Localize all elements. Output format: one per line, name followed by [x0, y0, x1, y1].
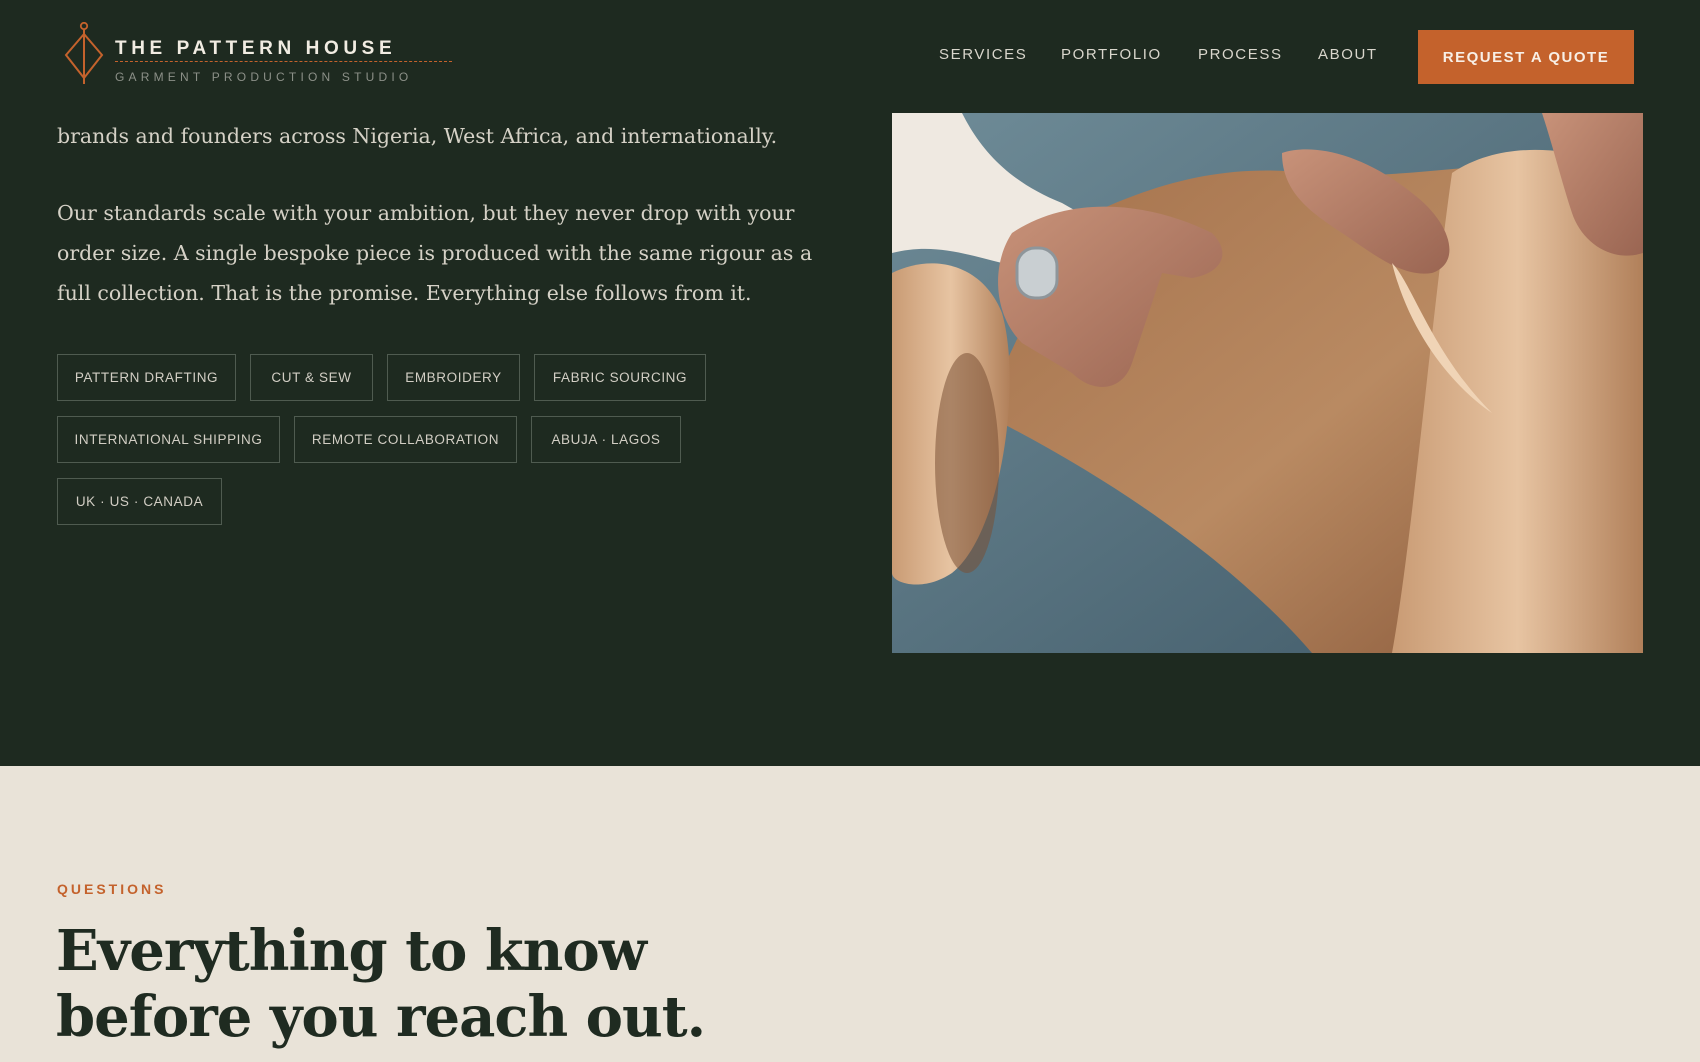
- tag-abuja-lagos: ABUJA · LAGOS: [531, 416, 681, 463]
- nav-link-portfolio[interactable]: PORTFOLIO: [1061, 46, 1162, 63]
- tag-remote-collaboration: REMOTE COLLABORATION: [294, 416, 517, 463]
- tag-embroidery: EMBROIDERY: [387, 354, 520, 401]
- nav-link-services[interactable]: SERVICES: [939, 46, 1027, 63]
- faq-heading-line-1: Everything to know: [56, 918, 647, 984]
- tag-international-shipping: INTERNATIONAL SHIPPING: [57, 416, 280, 463]
- tag-cut-sew: CUT & SEW: [250, 354, 373, 401]
- nav-link-about[interactable]: ABOUT: [1318, 46, 1378, 63]
- faq-eyebrow: QUESTIONS: [57, 881, 167, 897]
- brand-name: THE PATTERN HOUSE: [115, 38, 397, 59]
- faq-section: QUESTIONS Everything to know before you …: [0, 766, 1700, 1062]
- faq-heading-line-2: before you reach out.: [56, 984, 706, 1050]
- photo-illustration: [892, 113, 1643, 653]
- tag-uk-us-canada: UK · US · CANADA: [57, 478, 222, 525]
- needle-diamond-icon: [64, 22, 104, 84]
- brand-tagline: GARMENT PRODUCTION STUDIO: [115, 70, 413, 84]
- intro-paragraph-1: brands and founders across Nigeria, West…: [57, 124, 778, 148]
- request-quote-button[interactable]: REQUEST A QUOTE: [1418, 30, 1634, 84]
- nav-link-process[interactable]: PROCESS: [1198, 46, 1283, 63]
- tag-fabric-sourcing: FABRIC SOURCING: [534, 354, 706, 401]
- site-header: THE PATTERN HOUSE GARMENT PRODUCTION STU…: [0, 0, 1700, 110]
- tag-pattern-drafting: PATTERN DRAFTING: [57, 354, 236, 401]
- faq-heading: Everything to know before you reach out.: [56, 918, 756, 1050]
- brand-divider: [115, 61, 452, 62]
- brand-logo[interactable]: THE PATTERN HOUSE GARMENT PRODUCTION STU…: [64, 22, 464, 88]
- intro-paragraph-2: Our standards scale with your ambition, …: [57, 201, 813, 305]
- hands-on-leather-photo: [892, 113, 1643, 653]
